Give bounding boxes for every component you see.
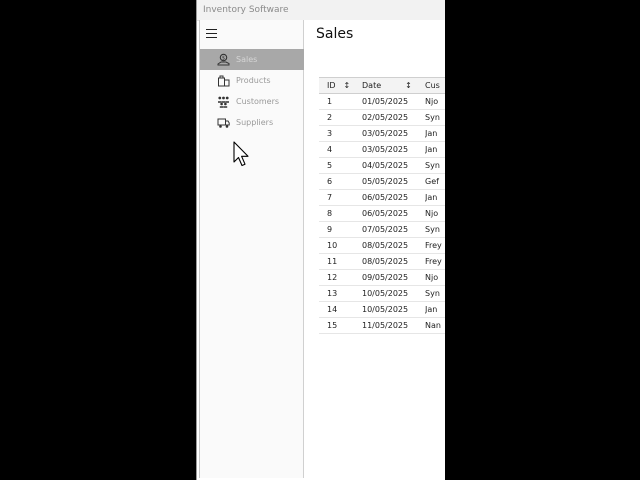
sort-icon[interactable]: ↕ (405, 81, 412, 90)
cell-id: 2 (319, 109, 362, 126)
table-row[interactable]: 3 03/05/2025 Jan (319, 125, 445, 142)
sort-icon[interactable]: ↕ (344, 81, 351, 90)
cell-date: 08/05/2025 (362, 237, 425, 254)
cell-customer: Frey (425, 237, 445, 254)
table-header-row: ID ↕ Date ↕ Cus (319, 77, 445, 94)
table-row[interactable]: 13 10/05/2025 Syn (319, 285, 445, 302)
cell-date: 02/05/2025 (362, 109, 425, 126)
cell-customer: Njo (425, 205, 445, 222)
table-row[interactable]: 11 08/05/2025 Frey (319, 253, 445, 270)
table-row[interactable]: 4 03/05/2025 Jan (319, 141, 445, 158)
cell-date: 03/05/2025 (362, 141, 425, 158)
page-title: Sales (316, 26, 354, 42)
customers-icon (216, 95, 230, 108)
cell-date: 11/05/2025 (362, 317, 425, 334)
cell-customer: Frey (425, 253, 445, 270)
cell-customer: Jan (425, 301, 445, 318)
suppliers-icon (216, 116, 230, 129)
cell-id: 12 (319, 269, 362, 286)
app-window: Inventory Software $ Sales Products Cust… (196, 0, 445, 480)
sidebar-item-products[interactable]: Products (200, 70, 304, 91)
cell-customer: Njo (425, 269, 445, 286)
sidebar-item-label: Sales (236, 55, 258, 64)
cell-customer: Njo (425, 93, 445, 110)
cell-customer: Jan (425, 189, 445, 206)
products-icon (216, 74, 230, 87)
column-header-id[interactable]: ID ↕ (319, 77, 362, 94)
table-row[interactable]: 14 10/05/2025 Jan (319, 301, 445, 318)
cell-customer: Nan (425, 317, 445, 334)
table-row[interactable]: 9 07/05/2025 Syn (319, 221, 445, 238)
sidebar-item-customers[interactable]: Customers (200, 91, 304, 112)
main-content: Sales ID ↕ Date ↕ Cus 1 01/05/2025 Njo 2 02/05… (304, 20, 445, 480)
cell-id: 11 (319, 253, 362, 270)
table-row[interactable]: 15 11/05/2025 Nan (319, 317, 445, 334)
cell-id: 7 (319, 189, 362, 206)
cell-date: 05/05/2025 (362, 173, 425, 190)
table-row[interactable]: 10 08/05/2025 Frey (319, 237, 445, 254)
cell-date: 07/05/2025 (362, 221, 425, 238)
cell-date: 06/05/2025 (362, 189, 425, 206)
table-row[interactable]: 5 04/05/2025 Syn (319, 157, 445, 174)
cell-date: 10/05/2025 (362, 285, 425, 302)
cell-id: 5 (319, 157, 362, 174)
sales-icon: $ (216, 53, 230, 66)
sidebar: $ Sales Products Customers Suppliers (199, 20, 304, 478)
sidebar-item-suppliers[interactable]: Suppliers (200, 112, 304, 133)
cell-id: 8 (319, 205, 362, 222)
mouse-cursor-icon (233, 141, 251, 173)
table-row[interactable]: 8 06/05/2025 Njo (319, 205, 445, 222)
column-header-customer[interactable]: Cus (425, 77, 445, 94)
cell-date: 06/05/2025 (362, 205, 425, 222)
column-header-date[interactable]: Date ↕ (362, 77, 425, 94)
cell-id: 10 (319, 237, 362, 254)
cell-date: 10/05/2025 (362, 301, 425, 318)
table-row[interactable]: 2 02/05/2025 Syn (319, 109, 445, 126)
table-row[interactable]: 1 01/05/2025 Njo (319, 93, 445, 110)
cell-id: 13 (319, 285, 362, 302)
cell-date: 08/05/2025 (362, 253, 425, 270)
cell-customer: Syn (425, 109, 445, 126)
cell-customer: Syn (425, 157, 445, 174)
cell-id: 4 (319, 141, 362, 158)
sidebar-item-label: Suppliers (236, 118, 274, 127)
hamburger-menu-icon[interactable] (206, 29, 217, 38)
sidebar-item-label: Customers (236, 97, 280, 106)
cell-customer: Gef (425, 173, 445, 190)
title-bar: Inventory Software (197, 0, 445, 21)
svg-text:$: $ (221, 55, 224, 61)
sidebar-item-label: Products (236, 76, 271, 85)
cell-id: 14 (319, 301, 362, 318)
cell-customer: Jan (425, 141, 445, 158)
table-body: 1 01/05/2025 Njo 2 02/05/2025 Syn 3 03/05/2025 J… (319, 93, 445, 334)
cell-customer: Jan (425, 125, 445, 142)
cell-id: 15 (319, 317, 362, 334)
cell-id: 6 (319, 173, 362, 190)
window-title: Inventory Software (203, 5, 289, 15)
cell-date: 01/05/2025 (362, 93, 425, 110)
table-row[interactable]: 7 06/05/2025 Jan (319, 189, 445, 206)
cell-date: 03/05/2025 (362, 125, 425, 142)
cell-customer: Syn (425, 285, 445, 302)
cell-customer: Syn (425, 221, 445, 238)
cell-id: 1 (319, 93, 362, 110)
sidebar-nav: $ Sales Products Customers Suppliers (200, 49, 304, 133)
sidebar-item-sales[interactable]: $ Sales (200, 49, 304, 70)
cell-date: 09/05/2025 (362, 269, 425, 286)
cell-id: 3 (319, 125, 362, 142)
table-row[interactable]: 12 09/05/2025 Njo (319, 269, 445, 286)
table-row[interactable]: 6 05/05/2025 Gef (319, 173, 445, 190)
cell-date: 04/05/2025 (362, 157, 425, 174)
cell-id: 9 (319, 221, 362, 238)
sales-table: ID ↕ Date ↕ Cus 1 01/05/2025 Njo 2 02/05/2025 S… (319, 77, 445, 334)
